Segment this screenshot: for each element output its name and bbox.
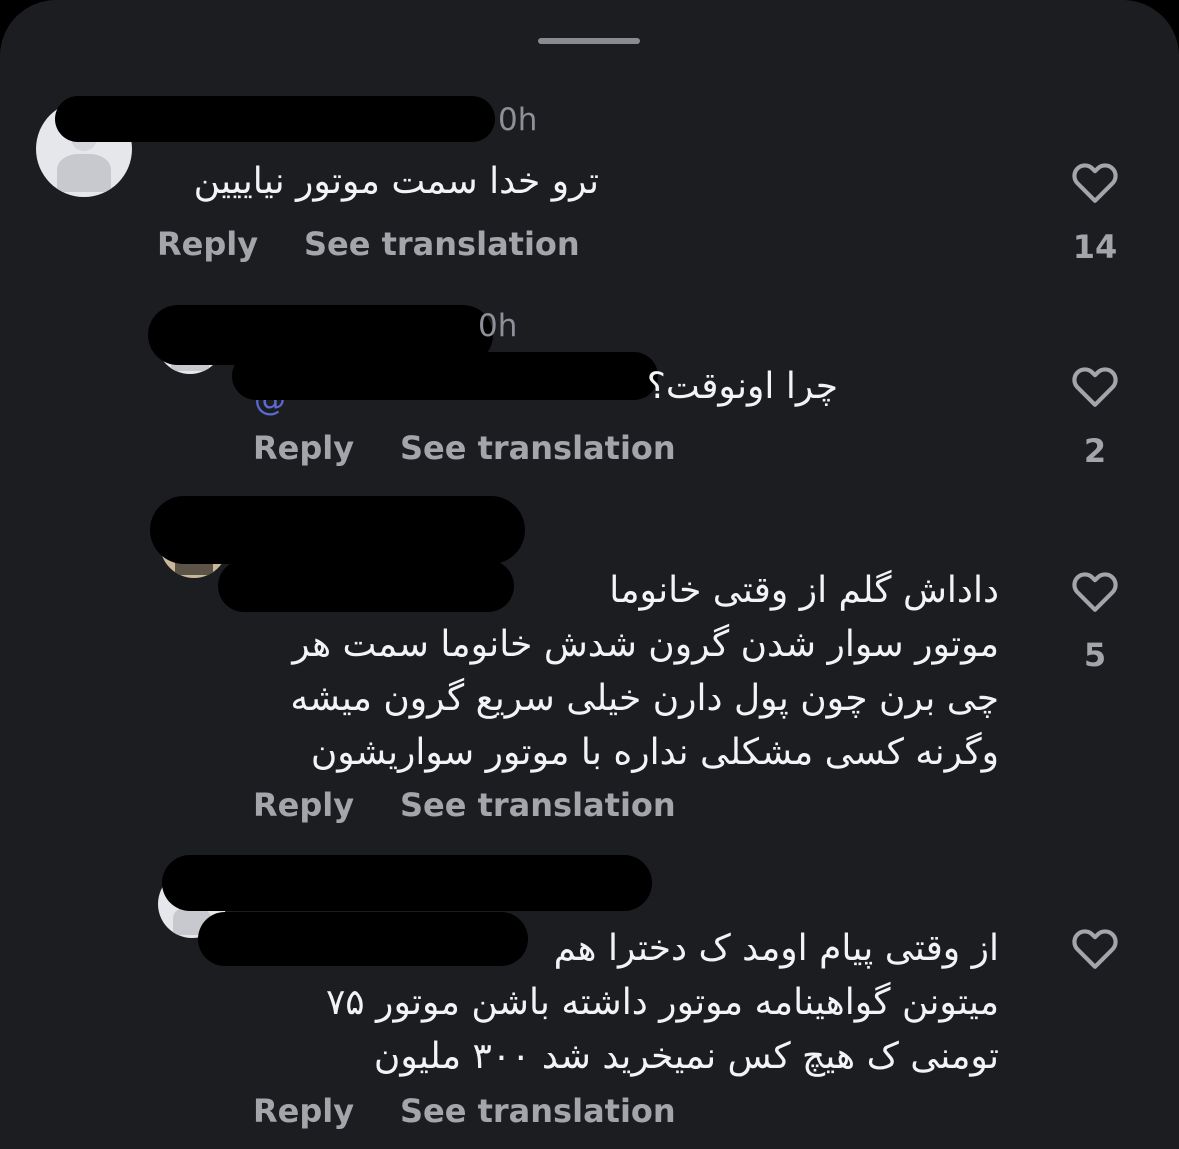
- comments-sheet: 0h ترو خدا سمت موتور نیاییین Reply See t…: [0, 0, 1179, 1149]
- redacted-username: [162, 855, 652, 911]
- like-count: 2: [1083, 432, 1107, 470]
- see-translation-button[interactable]: See translation: [400, 786, 676, 824]
- heart-outline-icon[interactable]: [1070, 567, 1120, 613]
- reply-button[interactable]: Reply: [157, 225, 258, 263]
- heart-outline-icon[interactable]: [1070, 158, 1120, 204]
- comment-text: از وقتی پیام اومد ک دخترا هم میتونن گواه…: [325, 928, 999, 1077]
- redacted-username: [55, 96, 495, 142]
- heart-outline-icon[interactable]: [1070, 362, 1120, 408]
- see-translation-button[interactable]: See translation: [304, 225, 580, 263]
- see-translation-button[interactable]: See translation: [400, 1092, 676, 1130]
- like-count: 14: [1072, 228, 1118, 266]
- comment-time: 0h: [498, 102, 538, 138]
- comment-text: داداش گلم از وقتی خانوما موتور سوار شدن …: [290, 570, 999, 773]
- reply-button[interactable]: Reply: [253, 786, 354, 824]
- like-count: 5: [1083, 636, 1107, 674]
- comment-text: چرا اونوقت؟: [646, 366, 838, 407]
- drag-handle[interactable]: [538, 38, 640, 44]
- redacted-username: [150, 496, 525, 564]
- heart-outline-icon[interactable]: [1070, 924, 1120, 970]
- see-translation-button[interactable]: See translation: [400, 429, 676, 467]
- reply-button[interactable]: Reply: [253, 429, 354, 467]
- comment-time: 0h: [478, 308, 518, 344]
- comment-text: ترو خدا سمت موتور نیاییین: [193, 161, 599, 202]
- reply-button[interactable]: Reply: [253, 1092, 354, 1130]
